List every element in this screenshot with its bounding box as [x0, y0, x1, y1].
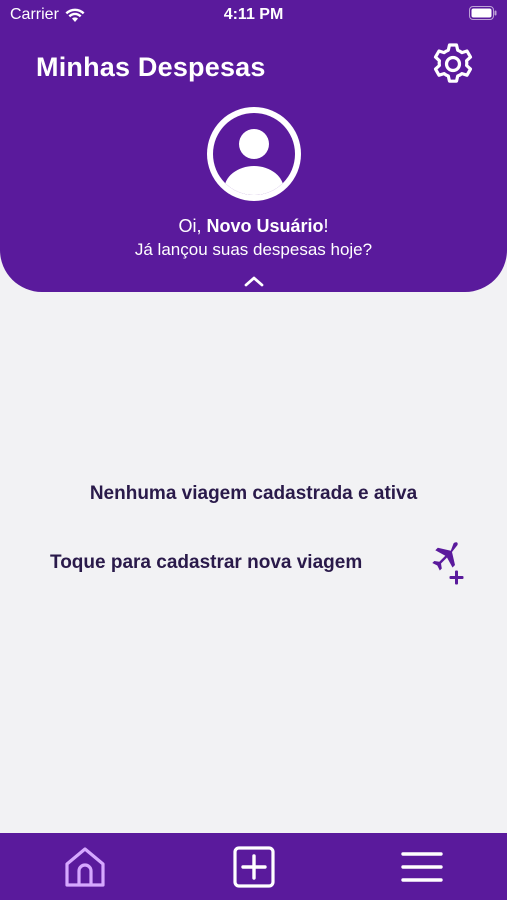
add-square-icon[interactable] — [232, 845, 276, 889]
header-subtitle: Já lançou suas despesas hoje? — [134, 240, 373, 259]
greeting-suffix: ! — [323, 216, 329, 236]
header: Carrier 4:11 PM Minhas Despesas Oi, Novo… — [0, 0, 507, 292]
page-title: Minhas Despesas — [36, 52, 266, 82]
avatar[interactable] — [204, 104, 304, 204]
battery-icon — [469, 6, 497, 25]
settings-gear-icon[interactable] — [429, 40, 477, 88]
greeting-prefix: Oi, — [178, 216, 207, 236]
empty-state-message: Nenhuma viagem cadastrada e ativa — [89, 483, 418, 504]
clock: 4:11 PM — [223, 6, 284, 23]
status-bar: Carrier 4:11 PM — [0, 0, 507, 30]
tab-bar — [0, 833, 507, 900]
menu-icon[interactable] — [400, 845, 444, 889]
add-trip-button[interactable]: Toque para cadastrar nova viagem — [50, 538, 480, 588]
chevron-up-icon[interactable] — [243, 274, 265, 288]
greeting: Oi, Novo Usuário! — [0, 214, 507, 238]
user-name: Novo Usuário — [206, 216, 324, 236]
add-trip-label: Toque para cadastrar nova viagem — [50, 552, 363, 573]
airplane-add-icon — [432, 542, 464, 585]
home-icon[interactable] — [63, 845, 107, 889]
